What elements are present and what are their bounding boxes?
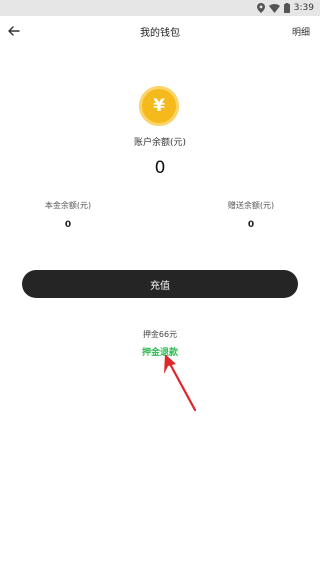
header: 我的钱包 明细 — [0, 16, 320, 46]
detail-link[interactable]: 明细 — [292, 25, 310, 38]
battery-icon — [283, 3, 290, 13]
page-title: 我的钱包 — [140, 27, 180, 39]
recharge-button[interactable]: 充值 — [22, 270, 298, 298]
balance-value: 0 — [154, 158, 166, 178]
deposit-amount: 押金66元 — [142, 330, 178, 339]
bonus-value: 0 — [247, 220, 255, 230]
balance-label: 账户余额(元) — [133, 138, 187, 148]
currency-symbol: ¥ — [153, 96, 165, 116]
status-bar: 3:39 — [0, 0, 320, 16]
principal-label: 本金余额(元) — [44, 201, 92, 210]
principal-balance: 本金余额(元) 0 — [8, 200, 128, 230]
bonus-label: 赠送余额(元) — [227, 201, 275, 210]
location-icon — [256, 3, 265, 13]
coin-icon: ¥ — [139, 86, 179, 126]
deposit-refund-link[interactable]: 押金退款 — [0, 345, 320, 358]
bonus-balance: 赠送余额(元) 0 — [191, 200, 311, 230]
principal-value: 0 — [64, 220, 72, 230]
status-time: 3:39 — [293, 3, 314, 13]
wifi-icon — [268, 3, 280, 13]
